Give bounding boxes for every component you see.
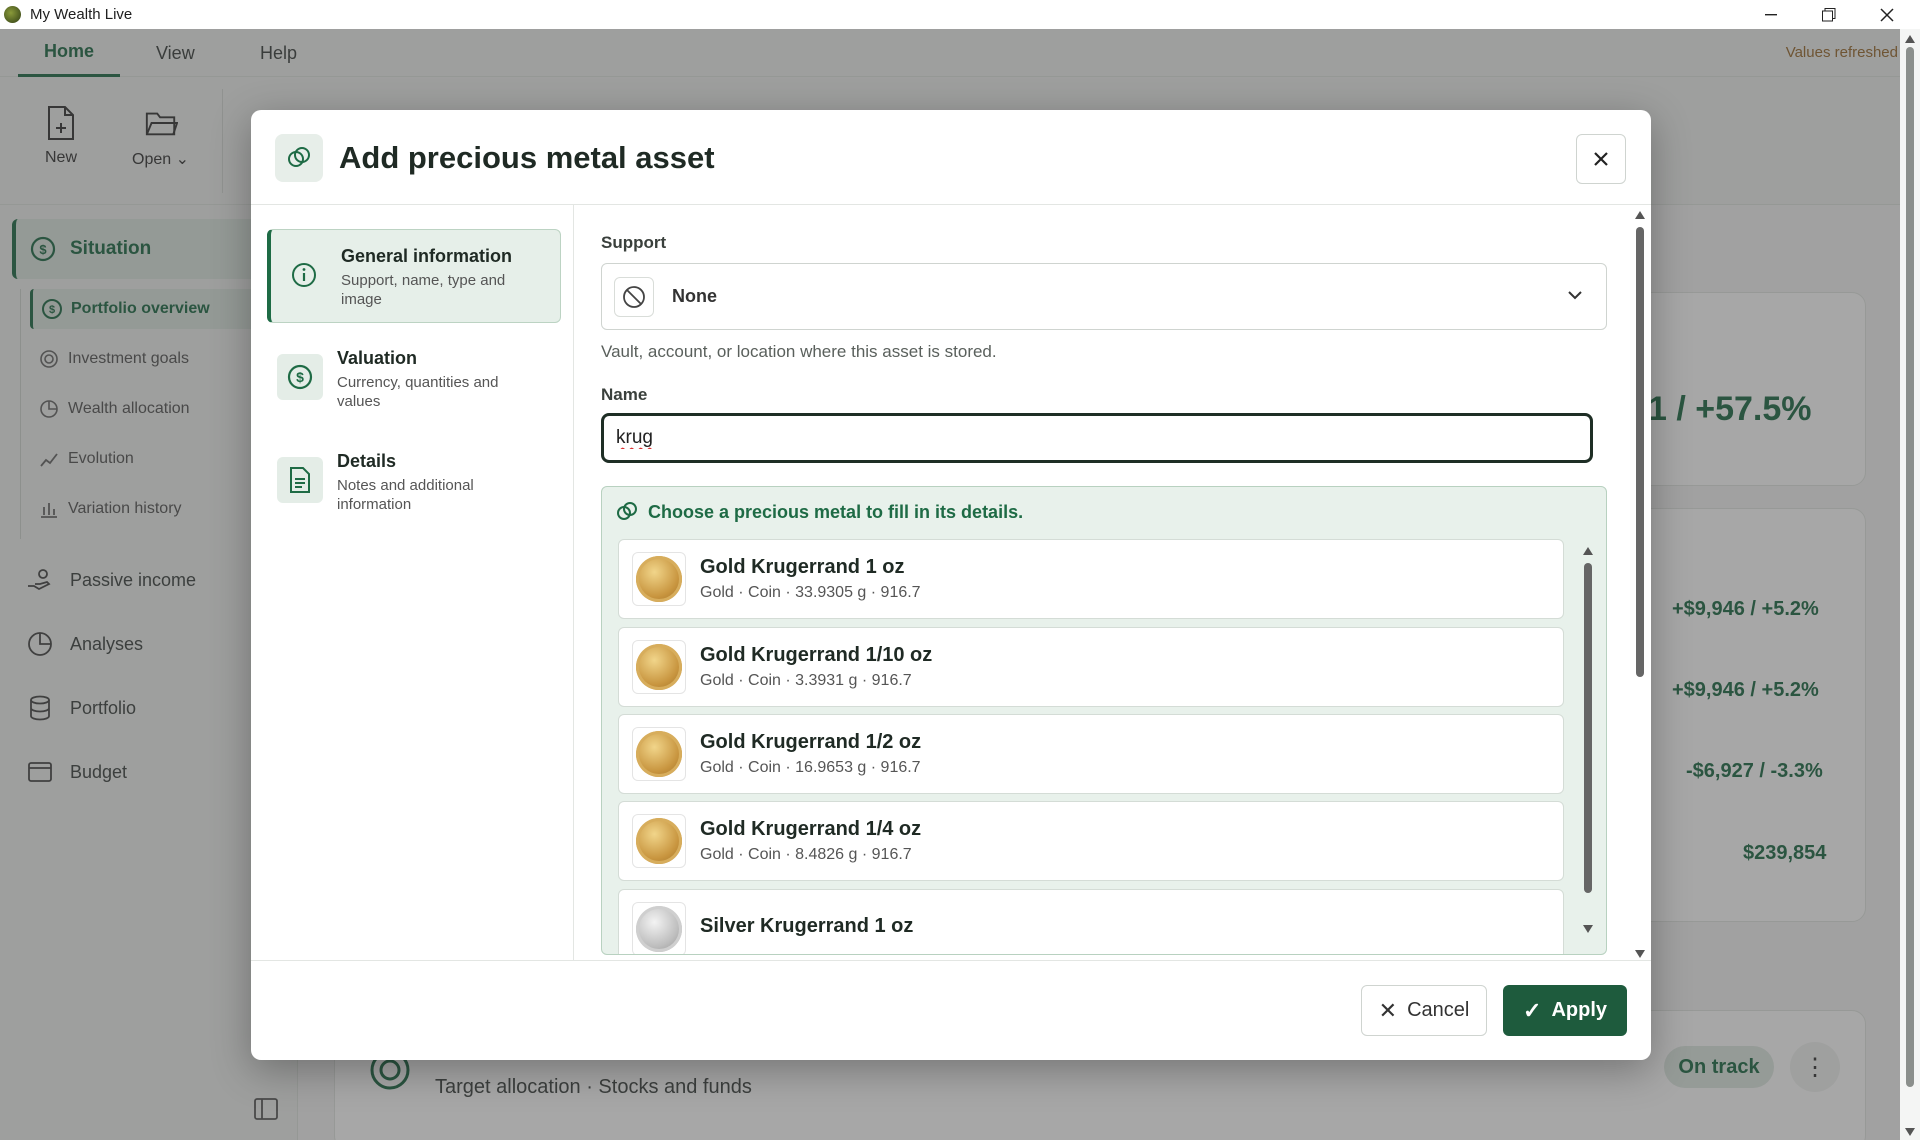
suggestion-details: Gold · Coin · 33.9305 g · 916.7 — [700, 584, 921, 601]
dollar-circle-icon: $ — [277, 354, 323, 400]
window-title: My Wealth Live — [30, 6, 133, 23]
suggestion-name: Gold Krugerrand 1/4 oz — [700, 818, 922, 840]
gold-coin-icon — [632, 814, 686, 868]
gold-coin-icon — [632, 640, 686, 694]
support-value: None — [672, 286, 717, 306]
support-label: Support — [601, 233, 667, 252]
scroll-up-icon[interactable] — [1635, 211, 1645, 219]
precious-metal-suggestions: Choose a precious metal to fill in its d… — [601, 486, 1607, 955]
form-area: Support None Vault, account, or location… — [574, 205, 1651, 960]
name-input[interactable] — [601, 413, 1593, 463]
cancel-button[interactable]: ✕ Cancel — [1361, 985, 1487, 1036]
step-description: Notes and additional information — [337, 477, 474, 513]
step-title: General information — [341, 246, 513, 266]
suggestion-name: Silver Krugerrand 1 oz — [700, 915, 914, 937]
apply-label: Apply — [1551, 999, 1607, 1021]
suggestion-details: Gold · Coin · 16.9653 g · 916.7 — [700, 759, 921, 776]
scroll-down-icon[interactable] — [1635, 950, 1645, 958]
scroll-up-icon[interactable] — [1583, 547, 1593, 555]
close-icon: ✕ — [1378, 997, 1398, 1023]
step-description: Currency, quantities and values — [337, 374, 499, 410]
suggestion-name: Gold Krugerrand 1/2 oz — [700, 731, 922, 753]
form-scroll-thumb[interactable] — [1636, 227, 1644, 677]
suggestion-item[interactable]: Gold Krugerrand 1/2 oz Gold · Coin · 16.… — [618, 714, 1564, 794]
step-description: Support, name, type and image — [341, 272, 506, 308]
suggestion-name: Gold Krugerrand 1/10 oz — [700, 644, 933, 666]
chevron-down-icon — [1568, 291, 1582, 300]
step-details[interactable]: Details Notes and additional information — [267, 435, 561, 529]
step-title: Valuation — [337, 348, 418, 368]
suggestion-item[interactable]: Gold Krugerrand 1/4 oz Gold · Coin · 8.4… — [618, 801, 1564, 881]
apply-button[interactable]: ✓ Apply — [1503, 985, 1627, 1036]
suggestions-scroll-thumb[interactable] — [1584, 563, 1592, 893]
suggestion-name: Gold Krugerrand 1 oz — [700, 556, 905, 578]
suggestion-item[interactable]: Gold Krugerrand 1 oz Gold · Coin · 33.93… — [618, 539, 1564, 619]
suggestion-details: Gold · Coin · 3.3931 g · 916.7 — [700, 672, 912, 689]
support-helper-text: Vault, account, or location where this a… — [601, 342, 997, 361]
suggestions-header-text: Choose a precious metal to fill in its d… — [648, 501, 1024, 522]
app-logo-icon — [4, 6, 21, 23]
check-icon: ✓ — [1523, 997, 1542, 1023]
suggestions-header: Choose a precious metal to fill in its d… — [616, 501, 1023, 523]
suggestion-item[interactable]: Silver Krugerrand 1 oz — [618, 889, 1564, 954]
suggestion-details: Gold · Coin · 8.4826 g · 916.7 — [700, 846, 912, 863]
title-bar: My Wealth Live — [0, 0, 1920, 29]
name-label: Name — [601, 385, 648, 404]
info-icon — [281, 252, 327, 298]
step-title: Details — [337, 451, 397, 471]
scroll-up-icon[interactable] — [1905, 35, 1915, 43]
minimize-button[interactable] — [1742, 0, 1800, 29]
suggestions-scrollbar[interactable] — [1580, 545, 1596, 935]
form-scrollbar[interactable] — [1632, 205, 1648, 960]
dialog-footer: ✕ Cancel ✓ Apply — [251, 960, 1651, 1060]
close-window-button[interactable] — [1858, 0, 1916, 29]
step-general-information[interactable]: General information Support, name, type … — [267, 229, 561, 323]
document-icon — [277, 457, 323, 503]
support-select[interactable]: None — [601, 263, 1607, 330]
silver-coin-icon — [632, 902, 686, 954]
gold-coin-icon — [632, 727, 686, 781]
restore-button[interactable] — [1800, 0, 1858, 29]
page-scrollbar[interactable] — [1900, 29, 1920, 1140]
svg-text:$: $ — [296, 369, 304, 385]
scroll-down-icon[interactable] — [1905, 1128, 1915, 1136]
suggestion-item[interactable]: Gold Krugerrand 1/10 oz Gold · Coin · 3.… — [618, 627, 1564, 707]
gold-coin-icon — [632, 552, 686, 606]
precious-metal-icon — [617, 502, 637, 520]
step-valuation[interactable]: $ Valuation Currency, quantities and val… — [267, 332, 561, 426]
page-scroll-thumb[interactable] — [1906, 47, 1914, 1087]
cancel-label: Cancel — [1407, 999, 1470, 1021]
ban-icon — [614, 276, 654, 317]
scroll-down-icon[interactable] — [1583, 925, 1593, 933]
